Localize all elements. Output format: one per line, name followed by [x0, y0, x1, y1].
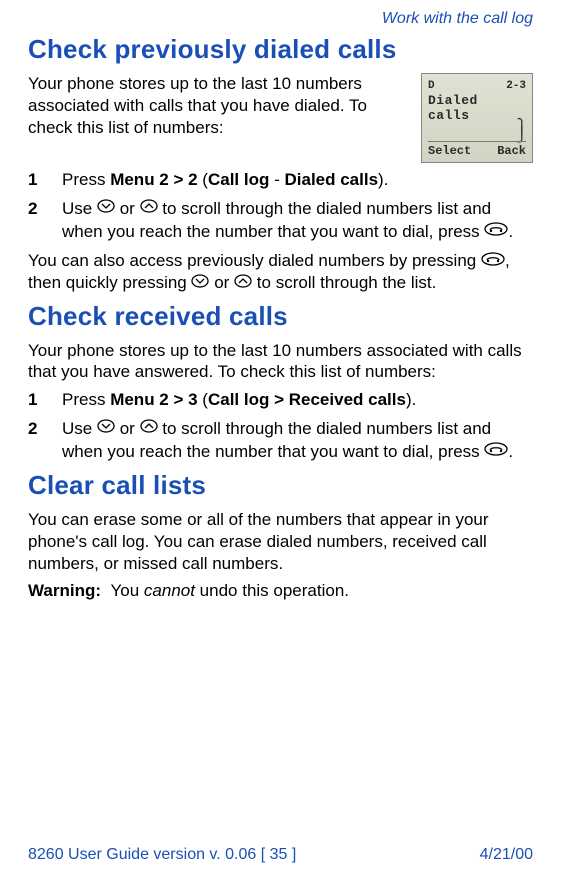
lcd-top-left: D [428, 80, 435, 92]
lcd-line: Dialed calls [428, 93, 526, 123]
footer-left: 8260 User Guide version v. 0.06 [ 35 ] [28, 846, 296, 864]
scroll-up-icon [140, 197, 158, 220]
text-fragment: or [120, 199, 140, 218]
dialed-step-1: Press Menu 2 > 2 (Call log - Dialed call… [28, 169, 533, 192]
text-fragment: ( [198, 170, 208, 189]
text-fragment: ( [198, 390, 208, 409]
text-fragment: Use [62, 199, 97, 218]
warning-label: Warning: [28, 581, 101, 600]
warning-line: Warning: You cannot undo this operation. [28, 580, 533, 602]
heading-dialed: Check previously dialed calls [28, 34, 533, 65]
lcd-softkey-right: Back [497, 144, 526, 158]
text-fragment: - [269, 170, 284, 189]
received-intro: Your phone stores up to the last 10 numb… [28, 340, 533, 384]
text-fragment: Press [62, 390, 110, 409]
emphasis-cannot: cannot [144, 581, 195, 600]
footer-right: 4/21/00 [480, 846, 533, 864]
text-fragment: You can also access previously dialed nu… [28, 251, 481, 270]
menu-item: Received calls [289, 390, 406, 409]
running-header: Work with the call log [28, 10, 533, 28]
text-fragment: You [110, 581, 143, 600]
scroll-down-icon [97, 417, 115, 440]
text-fragment: Press [62, 170, 110, 189]
scroll-down-icon [191, 272, 209, 294]
clear-intro: You can erase some or all of the numbers… [28, 509, 533, 574]
dialed-step-2: Use or to scroll through the dialed numb… [28, 198, 533, 244]
menu-path: Menu 2 > 2 [110, 170, 197, 189]
talk-key-icon [484, 220, 508, 243]
text-fragment: . [508, 442, 513, 461]
text-fragment: Use [62, 419, 97, 438]
text-fragment: or [214, 273, 234, 292]
lcd-top-right: 2-3 [506, 80, 526, 92]
talk-key-icon [481, 250, 505, 272]
lcd-cursor-bracket: ⎫⎭ [428, 124, 526, 140]
text-fragment: ). [378, 170, 388, 189]
menu-item: Call log [208, 170, 269, 189]
scroll-up-icon [140, 417, 158, 440]
text-fragment: ). [406, 390, 416, 409]
text-fragment: undo this operation. [195, 581, 349, 600]
menu-item: Dialed calls [284, 170, 378, 189]
dialed-intro: Your phone stores up to the last 10 numb… [28, 73, 411, 138]
heading-clear: Clear call lists [28, 470, 533, 501]
menu-item: Call log [208, 390, 269, 409]
heading-received: Check received calls [28, 301, 533, 332]
dialed-after-note: You can also access previously dialed nu… [28, 250, 533, 295]
scroll-down-icon [97, 197, 115, 220]
scroll-up-icon [234, 272, 252, 294]
text-fragment: . [508, 222, 513, 241]
received-step-1: Press Menu 2 > 3 (Call log > Received ca… [28, 389, 533, 412]
text-fragment: or [120, 419, 140, 438]
received-step-2: Use or to scroll through the dialed numb… [28, 418, 533, 464]
talk-key-icon [484, 440, 508, 463]
text-fragment: > [269, 390, 288, 409]
phone-lcd-figure: D 2-3 Dialed calls ⎫⎭ Select Back [421, 73, 533, 163]
text-fragment: to scroll through the list. [257, 273, 437, 292]
lcd-softkey-left: Select [428, 144, 471, 158]
menu-path: Menu 2 > 3 [110, 390, 197, 409]
